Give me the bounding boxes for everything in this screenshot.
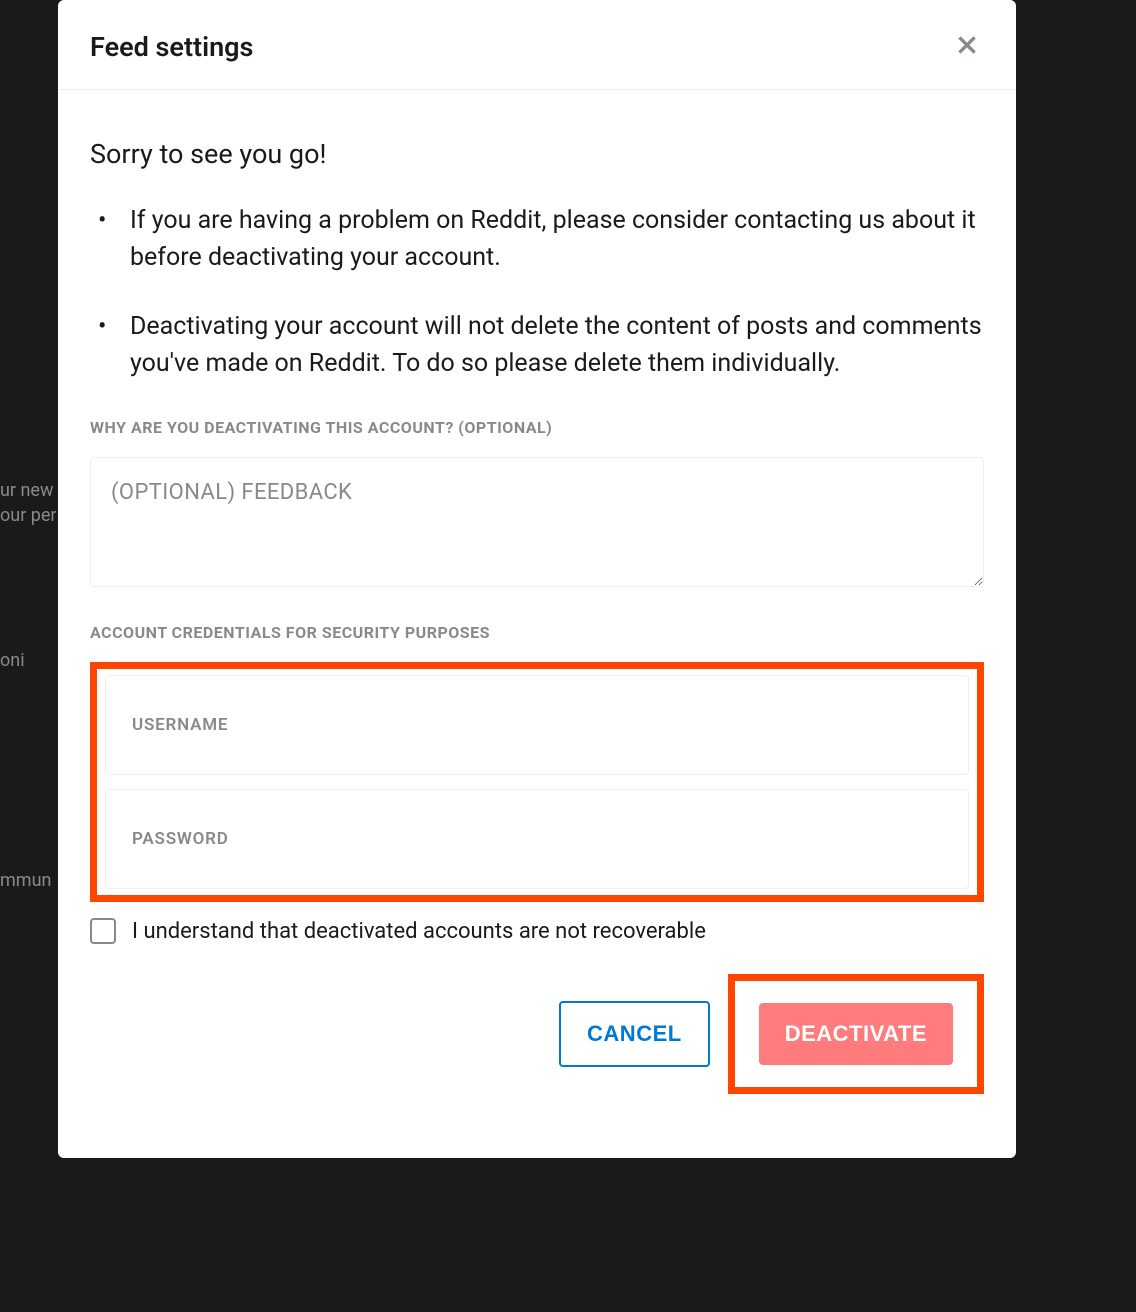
modal-footer: CANCEL DEACTIVATE	[90, 974, 984, 1094]
info-bullet-item: Deactivating your account will not delet…	[90, 308, 984, 382]
password-input[interactable]	[105, 789, 969, 889]
cancel-button[interactable]: CANCEL	[559, 1001, 710, 1067]
deactivate-highlight-box: DEACTIVATE	[728, 974, 984, 1094]
modal-header: Feed settings	[58, 0, 1016, 90]
modal-body: Sorry to see you go! If you are having a…	[58, 90, 1016, 1158]
info-bullets: If you are having a problem on Reddit, p…	[90, 202, 984, 382]
sorry-heading: Sorry to see you go!	[90, 138, 984, 170]
modal-title: Feed settings	[90, 31, 253, 63]
background-text: mmun	[0, 870, 51, 891]
background-text: oni	[0, 650, 25, 671]
background-text: ur new	[0, 480, 54, 501]
deactivate-account-modal: Feed settings Sorry to see you go! If yo…	[58, 0, 1016, 1158]
confirm-checkbox-row: I understand that deactivated accounts a…	[90, 918, 984, 944]
credentials-highlight-box	[90, 662, 984, 902]
deactivate-button[interactable]: DEACTIVATE	[759, 1003, 953, 1065]
close-button[interactable]	[950, 28, 984, 65]
username-input[interactable]	[105, 675, 969, 775]
credentials-section-label: ACCOUNT CREDENTIALS FOR SECURITY PURPOSE…	[90, 623, 984, 642]
close-icon	[954, 32, 980, 58]
confirm-checkbox-label: I understand that deactivated accounts a…	[132, 919, 706, 944]
background-text: our per	[0, 505, 57, 526]
reason-section-label: WHY ARE YOU DEACTIVATING THIS ACCOUNT? (…	[90, 418, 984, 437]
feedback-textarea[interactable]	[90, 457, 984, 587]
confirm-checkbox[interactable]	[90, 918, 116, 944]
info-bullet-item: If you are having a problem on Reddit, p…	[90, 202, 984, 276]
